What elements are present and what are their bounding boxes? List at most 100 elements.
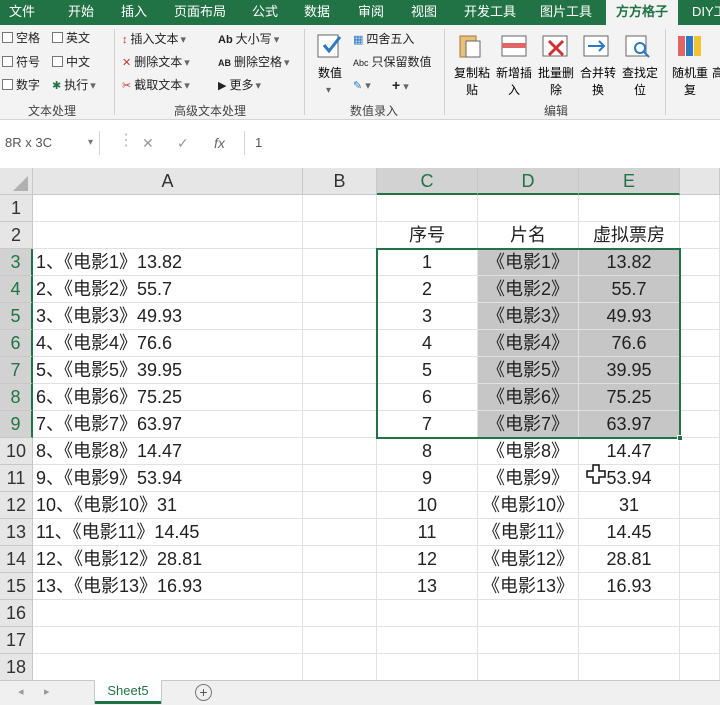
row-header-14[interactable]: 14 [0,546,33,573]
select-all-corner[interactable] [0,168,33,195]
cell-c14[interactable]: 12 [377,546,478,573]
cell[interactable] [303,546,377,573]
cell[interactable] [579,195,680,222]
cell[interactable] [303,519,377,546]
cell[interactable] [680,492,720,519]
sheet-tab-sheet5[interactable]: Sheet5 [95,680,161,704]
cell[interactable] [680,276,720,303]
cell[interactable] [680,249,720,276]
cell[interactable] [579,627,680,654]
cell[interactable] [303,573,377,600]
check-symbol[interactable]: 符号 [2,54,40,70]
round-button[interactable]: ▦ 四舍五入 [353,31,414,48]
cell-c10[interactable]: 8 [377,438,478,465]
insert-text-button[interactable]: ↕ 插入文本 ▾ [122,31,189,48]
row-header-4[interactable]: 4 [0,276,33,303]
cell-d9[interactable]: 《电影7》 [478,411,579,438]
cell-a13[interactable]: 11、《电影11》14.45 [33,519,303,546]
delete-space-button[interactable]: AB 删除空格 ▾ [218,54,293,71]
cell-a8[interactable]: 6、《电影6》75.25 [33,384,303,411]
row-header-16[interactable]: 16 [0,600,33,627]
cell[interactable] [680,465,720,492]
cell-d15[interactable]: 《电影13》 [478,573,579,600]
row-header-2[interactable]: 2 [0,222,33,249]
cell[interactable] [680,384,720,411]
column-header-a[interactable]: A [33,168,303,195]
cell[interactable] [303,195,377,222]
delete-text-button[interactable]: ✕ 删除文本 ▾ [122,54,193,71]
cell-c15[interactable]: 13 [377,573,478,600]
cell[interactable] [303,465,377,492]
cell-a15[interactable]: 13、《电影13》16.93 [33,573,303,600]
cell-a3[interactable]: 1、《电影1》13.82 [33,249,303,276]
cell-d3[interactable]: 《电影1》 [478,249,579,276]
cell[interactable] [478,654,579,680]
next-sheet-icon[interactable]: ▸ [44,685,50,698]
cell[interactable] [303,276,377,303]
formula-input[interactable]: 1 [244,131,720,155]
prev-sheet-icon[interactable]: ◂ [18,685,24,698]
cell[interactable] [33,600,303,627]
tab-formulas[interactable]: 公式 [252,0,278,25]
cell-a14[interactable]: 12、《电影12》28.81 [33,546,303,573]
cell-c3[interactable]: 1 [377,249,478,276]
check-chinese[interactable]: 中文 [52,54,90,70]
cell-c4[interactable]: 2 [377,276,478,303]
cell[interactable] [377,195,478,222]
execute-button[interactable]: ✱ 执行 ▾ [52,77,99,94]
cell-c9[interactable]: 7 [377,411,478,438]
column-header-c[interactable]: C [377,168,478,195]
column-header-extra[interactable] [680,168,720,195]
add-sheet-button[interactable]: + [195,684,212,701]
cell[interactable] [33,654,303,680]
plus-button[interactable]: + ▾ [392,77,412,95]
tab-diy[interactable]: DIY工 [692,0,720,25]
tab-review[interactable]: 审阅 [358,0,384,25]
cell[interactable] [303,411,377,438]
cell[interactable] [303,654,377,680]
header-cell-boxoffice[interactable]: 虚拟票房 [579,222,680,249]
cell-d14[interactable]: 《电影12》 [478,546,579,573]
cell-a5[interactable]: 3、《电影3》49.93 [33,303,303,330]
cell-c12[interactable]: 10 [377,492,478,519]
check-english[interactable]: 英文 [52,30,90,46]
cell[interactable] [478,195,579,222]
row-header-11[interactable]: 11 [0,465,33,492]
cell-e9[interactable]: 63.97 [579,411,680,438]
name-box[interactable]: 8R x 3C ▾ [0,131,100,155]
cell[interactable] [680,573,720,600]
tab-developer[interactable]: 开发工具 [464,0,516,25]
row-header-13[interactable]: 13 [0,519,33,546]
tab-data[interactable]: 数据 [304,0,330,25]
cell-e8[interactable]: 75.25 [579,384,680,411]
fill-handle[interactable] [677,435,683,441]
case-button[interactable]: Ab 大小写 ▾ [218,31,282,48]
column-header-d[interactable]: D [478,168,579,195]
header-cell-title[interactable]: 片名 [478,222,579,249]
cell[interactable] [303,600,377,627]
cell[interactable] [680,411,720,438]
cell[interactable] [680,627,720,654]
cell-e6[interactable]: 76.6 [579,330,680,357]
row-header-7[interactable]: 7 [0,357,33,384]
tab-picture-tools[interactable]: 图片工具 [540,0,592,25]
row-header-6[interactable]: 6 [0,330,33,357]
row-header-1[interactable]: 1 [0,195,33,222]
row-header-12[interactable]: 12 [0,492,33,519]
cell[interactable] [303,438,377,465]
cell[interactable] [303,384,377,411]
cell-c6[interactable]: 4 [377,330,478,357]
cell[interactable] [680,519,720,546]
cell[interactable] [303,249,377,276]
cell[interactable] [680,438,720,465]
header-cell-index[interactable]: 序号 [377,222,478,249]
cell-d8[interactable]: 《电影6》 [478,384,579,411]
cell-e4[interactable]: 55.7 [579,276,680,303]
cell-e7[interactable]: 39.95 [579,357,680,384]
cell-d10[interactable]: 《电影8》 [478,438,579,465]
tab-file[interactable]: 文件 [9,0,35,25]
tab-home[interactable]: 开始 [68,0,94,25]
row-header-15[interactable]: 15 [0,573,33,600]
cell[interactable] [33,195,303,222]
cell[interactable] [680,546,720,573]
